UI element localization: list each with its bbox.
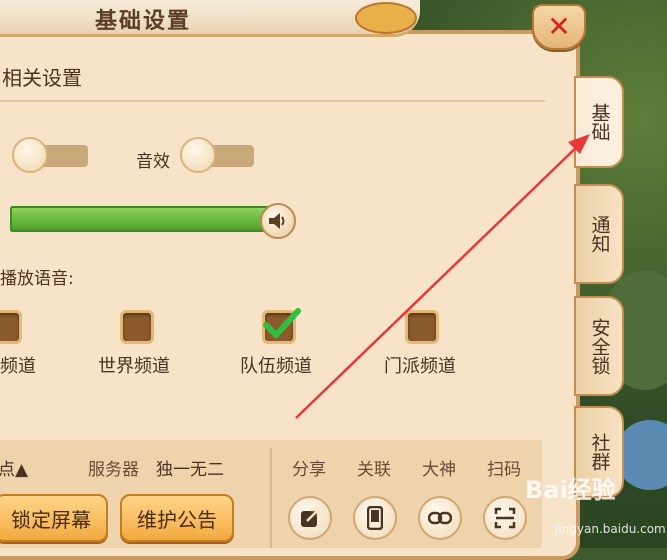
checkbox-world-channel[interactable]	[120, 310, 154, 344]
close-button[interactable]: ✕	[532, 4, 586, 50]
tab-basic[interactable]: 基础	[574, 76, 624, 168]
music-toggle-knob[interactable]	[12, 137, 48, 173]
server-label: 服务器	[88, 460, 139, 480]
partial-dropdown-label[interactable]: 点▲	[0, 455, 28, 480]
window-title: 基础设置	[95, 9, 192, 34]
team-channel-label: 队伍频道	[240, 356, 312, 377]
sound-effect-toggle-knob[interactable]	[180, 137, 216, 173]
share-icon	[301, 508, 320, 527]
tab-notifications[interactable]: 通知	[574, 184, 624, 284]
scan-label: 扫码	[487, 460, 521, 480]
cloud-ornament-icon	[355, 2, 417, 34]
tab-security-lock-label: 安全锁	[588, 317, 611, 375]
scan-icon	[494, 507, 516, 529]
share-label: 分享	[292, 460, 326, 480]
checkbox-team-channel[interactable]	[262, 308, 301, 344]
speaker-icon	[269, 213, 285, 229]
master-label: 大神	[422, 460, 456, 480]
link-phone-button[interactable]	[353, 496, 397, 540]
sound-effect-label: 音效	[136, 152, 170, 172]
checkbox-channel-partial[interactable]	[0, 310, 22, 344]
close-icon: ✕	[547, 10, 571, 43]
tab-basic-label: 基础	[588, 103, 611, 141]
watermark-url: jingyan.baidu.com	[555, 522, 666, 536]
section-title: 相关设置	[2, 66, 82, 90]
link-label: 关联	[357, 460, 391, 480]
master-button[interactable]	[418, 496, 462, 540]
tab-community-label: 社群	[588, 433, 611, 471]
phone-icon	[367, 506, 383, 530]
bottom-divider	[270, 448, 272, 548]
divider	[0, 100, 545, 102]
world-channel-label: 世界频道	[98, 356, 170, 377]
link-icon	[428, 511, 452, 525]
volume-slider[interactable]	[10, 206, 280, 232]
lock-screen-button[interactable]: 锁定屏幕	[0, 494, 108, 542]
maintenance-notice-button[interactable]: 维护公告	[120, 494, 234, 542]
scan-button[interactable]	[483, 496, 527, 540]
title-bar: 基础设置	[0, 0, 420, 37]
sect-channel-label: 门派频道	[384, 356, 456, 377]
volume-slider-handle[interactable]	[260, 203, 296, 239]
checkbox-sect-channel[interactable]	[405, 310, 439, 344]
tab-security-lock[interactable]: 安全锁	[574, 296, 624, 396]
checkmark-icon	[263, 308, 301, 338]
server-value: 独一无二	[156, 460, 224, 480]
auto-play-voice-label: 播放语音:	[0, 269, 74, 289]
channel-label-partial: 频道	[0, 356, 36, 377]
tab-notifications-label: 通知	[588, 215, 611, 253]
share-button[interactable]	[288, 496, 332, 540]
watermark-logo: Bai经验	[525, 476, 616, 504]
